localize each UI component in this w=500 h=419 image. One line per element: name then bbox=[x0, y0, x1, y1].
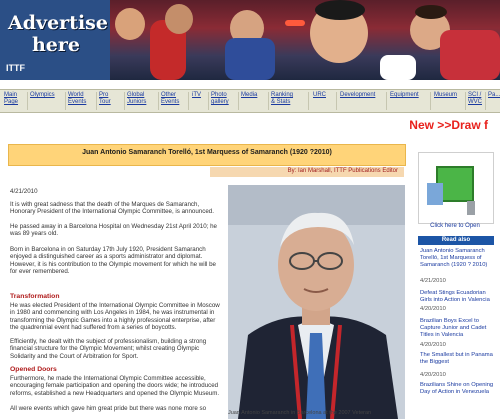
article-paragraph: Furthermore, he made the International O… bbox=[10, 375, 220, 397]
nav-more[interactable]: Pa... bbox=[488, 92, 500, 99]
nav-divider bbox=[386, 92, 387, 110]
nav-divider bbox=[96, 92, 97, 110]
click-here-link[interactable]: Click here to Open bbox=[418, 223, 492, 229]
article-paragraph: It is with great sadness that the death … bbox=[10, 201, 214, 216]
main-nav: Main Page Olympics World Events Pro Tour… bbox=[0, 89, 500, 113]
article-paragraph: He was elected President of the Internat… bbox=[10, 302, 220, 331]
nav-divider bbox=[485, 92, 486, 110]
nav-main-page[interactable]: Main Page bbox=[4, 92, 24, 106]
nav-olympics[interactable]: Olympics bbox=[30, 92, 60, 99]
section-heading: Opened Doors bbox=[10, 366, 57, 373]
nav-urc[interactable]: URC bbox=[313, 92, 331, 99]
nav-equipment[interactable]: Equipment bbox=[390, 92, 424, 99]
player-hair bbox=[415, 5, 447, 19]
read-also-date: 4/20/2010 bbox=[420, 306, 446, 312]
read-also-item[interactable]: Brazilian Boys Excel to Capture Junior a… bbox=[420, 318, 498, 339]
nav-pro-tour[interactable]: Pro Tour bbox=[99, 92, 119, 106]
section-heading: Transformation bbox=[10, 293, 60, 300]
nav-other-events[interactable]: Other Events bbox=[161, 92, 183, 106]
nav-photo-gallery[interactable]: Photo gallery bbox=[211, 92, 235, 106]
nav-ranking-stats[interactable]: Ranking & Stats bbox=[271, 92, 295, 106]
player-shirt bbox=[225, 38, 275, 80]
nav-divider bbox=[27, 92, 28, 110]
article-title-bar: Juan Antonio Samaranch Torelló, 1st Marq… bbox=[8, 144, 406, 166]
ittf-label: ITTF bbox=[6, 63, 25, 73]
nav-museum[interactable]: Museum bbox=[434, 92, 462, 99]
header-photo bbox=[110, 0, 500, 80]
site-header: Advertise here ITTF bbox=[0, 0, 500, 80]
player-shirt bbox=[440, 30, 500, 80]
portrait-caption: Juan Antonio Samaranch in Barcelona at t… bbox=[228, 410, 372, 416]
article-date: 4/21/2010 bbox=[10, 188, 38, 195]
article-title: Juan Antonio Samaranch Torelló, 1st Marq… bbox=[82, 149, 332, 156]
portrait-image bbox=[228, 185, 405, 419]
nav-divider bbox=[430, 92, 431, 110]
read-also-item[interactable]: Juan Antonio Samaranch Torelló, 1st Marq… bbox=[420, 248, 498, 269]
player-face bbox=[165, 4, 193, 34]
read-also-item[interactable]: The Smallest but in Panama the Biggest bbox=[420, 352, 498, 366]
nav-media[interactable]: Media bbox=[241, 92, 261, 99]
nav-divider bbox=[65, 92, 66, 110]
byline: By: Ian Marshall, ITTF Publications Edit… bbox=[287, 168, 398, 174]
byline-bar: By: Ian Marshall, ITTF Publications Edit… bbox=[210, 167, 404, 177]
nav-divider bbox=[336, 92, 337, 110]
read-also-date: 4/20/2010 bbox=[420, 372, 446, 378]
nav-itv[interactable]: iTV bbox=[192, 92, 206, 99]
read-also-header: Read also bbox=[418, 236, 494, 245]
article-paragraph: Born in Barcelona in on Saturday 17th Ju… bbox=[10, 246, 216, 275]
nav-divider bbox=[158, 92, 159, 110]
nav-divider bbox=[188, 92, 189, 110]
article-paragraph: Efficiently, he dealt with the subject o… bbox=[10, 338, 207, 360]
player-face bbox=[115, 8, 145, 40]
player-shirt bbox=[380, 55, 416, 80]
article-paragraph: He passed away in a Barcelona Hospital o… bbox=[10, 223, 217, 238]
read-also-date: 4/20/2010 bbox=[420, 342, 446, 348]
sidebar-ad-image[interactable] bbox=[418, 152, 494, 224]
nav-divider bbox=[268, 92, 269, 110]
nav-global-juniors[interactable]: Global Juniors bbox=[127, 92, 155, 106]
nav-divider bbox=[308, 92, 309, 110]
player-hair bbox=[315, 0, 365, 20]
read-also-item[interactable]: Brazilians Shine on Opening Day of Actio… bbox=[420, 382, 498, 396]
new-draw-banner[interactable]: New >>Draw f bbox=[380, 115, 500, 135]
nav-development[interactable]: Development bbox=[340, 92, 382, 99]
samaranch-portrait bbox=[228, 185, 405, 419]
advertise-banner[interactable]: Advertise here ITTF bbox=[0, 0, 112, 80]
nav-divider bbox=[124, 92, 125, 110]
read-also-item[interactable]: Defeat Stings Ecuadorian Girls into Acti… bbox=[420, 290, 498, 304]
nav-divider bbox=[208, 92, 209, 110]
nav-divider bbox=[465, 92, 466, 110]
nav-divider bbox=[238, 92, 239, 110]
nav-sci-wvc[interactable]: SCI / WVC bbox=[468, 92, 482, 106]
tv-icon bbox=[419, 153, 493, 223]
article-paragraph: All were events which gave him great pri… bbox=[10, 405, 207, 412]
nav-world-events[interactable]: World Events bbox=[68, 92, 90, 106]
read-also-date: 4/21/2010 bbox=[420, 278, 446, 284]
read-also-label: Read also bbox=[441, 237, 471, 243]
advertise-text: Advertise here bbox=[8, 12, 108, 56]
new-draw-link[interactable]: New >>Draw f bbox=[409, 118, 488, 132]
paddle bbox=[285, 20, 305, 26]
